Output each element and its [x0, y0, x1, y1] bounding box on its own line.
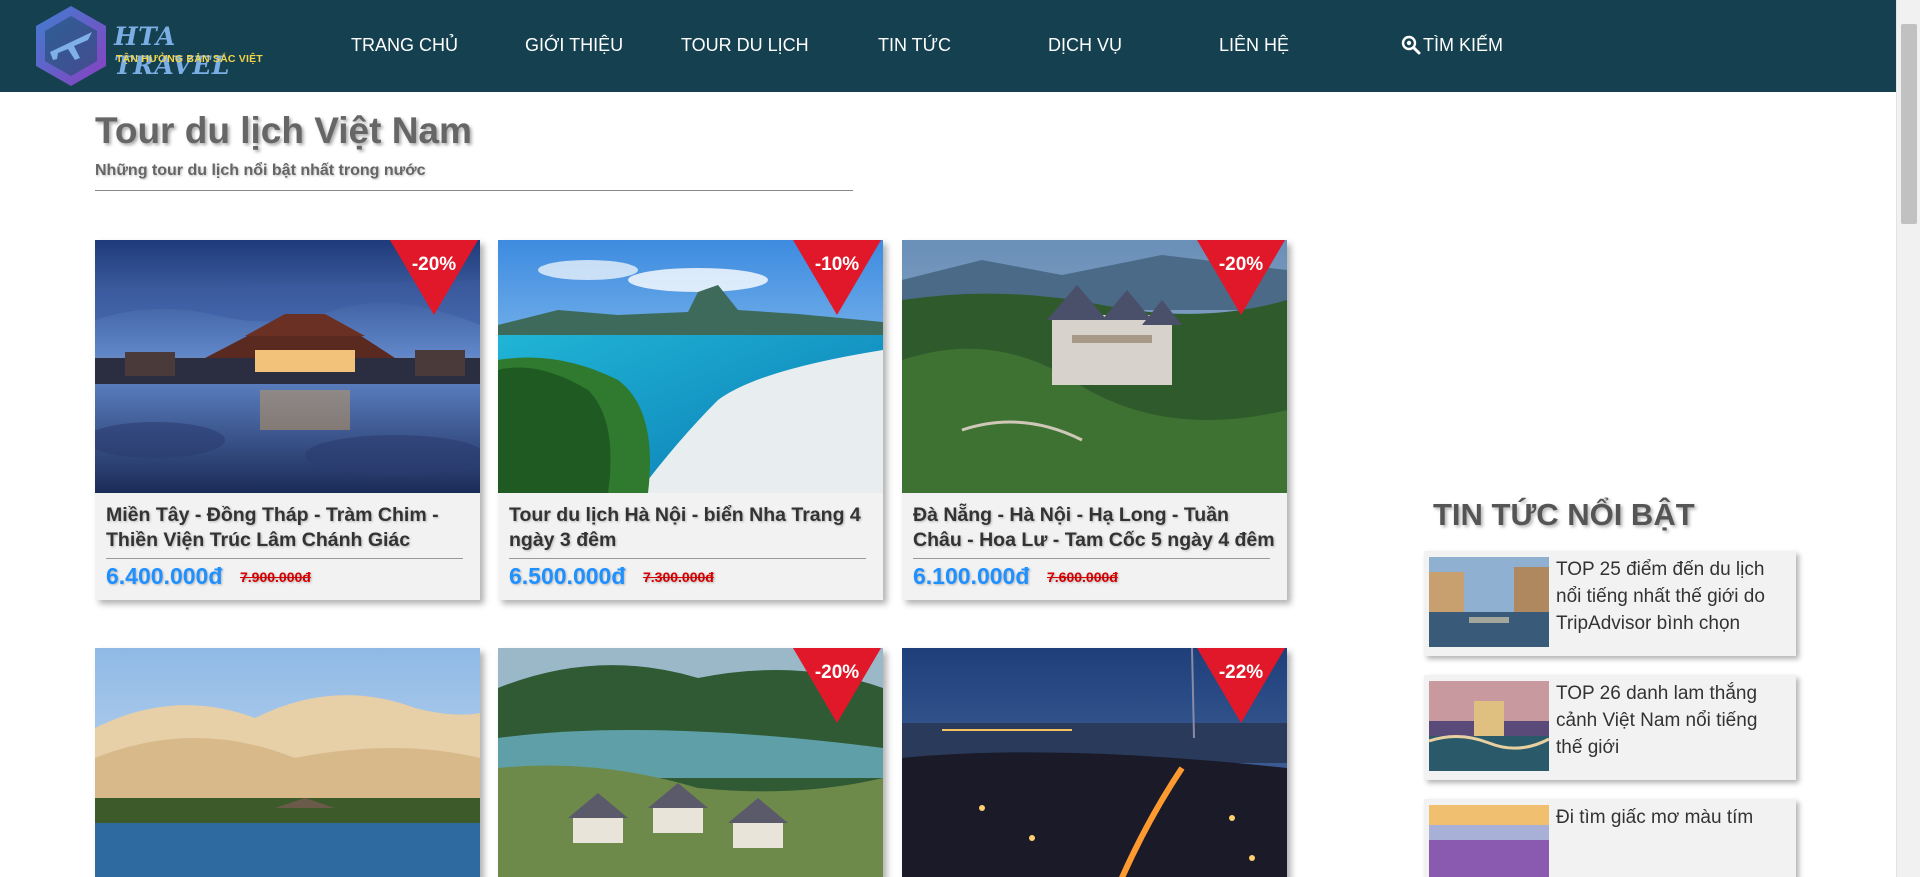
nav-search[interactable]: TÌM KIẾM — [1401, 33, 1503, 57]
news-thumbnail[interactable] — [1429, 557, 1549, 647]
discount-badge: -20% — [390, 240, 478, 315]
nav-tin-tuc[interactable]: TIN TỨC — [878, 33, 951, 57]
tour-card[interactable]: -20% — [498, 648, 883, 877]
news-item[interactable]: Đi tìm giấc mơ màu tím — [1424, 799, 1796, 877]
search-icon — [1401, 35, 1421, 55]
logo-brand: HTA TRAVEL — [114, 22, 230, 80]
card-divider — [106, 558, 463, 559]
news-title[interactable]: TOP 25 điểm đến du lịch nổi tiếng nhất t… — [1556, 556, 1788, 637]
news-item[interactable]: TOP 25 điểm đến du lịch nổi tiếng nhất t… — [1424, 551, 1796, 656]
nav-dich-vu[interactable]: DỊCH VỤ — [1048, 33, 1122, 57]
tour-image[interactable] — [95, 648, 480, 877]
top-navbar: HTA TRAVEL TẬN HƯỞNG BẢN SẮC VIỆT TRANG … — [0, 0, 1920, 92]
logo-hexagon-plane-icon — [36, 6, 106, 86]
nav-gioi-thieu[interactable]: GIỚI THIỆU — [525, 33, 623, 57]
tour-card[interactable]: -10% Tour du lịch Hà Nội - biển Nha Tran… — [498, 240, 883, 600]
tour-card[interactable]: -22% — [902, 648, 1287, 877]
discount-badge: -22% — [1197, 648, 1285, 723]
tour-title[interactable]: Miền Tây - Đồng Tháp - Tràm Chim - Thiền… — [106, 503, 476, 553]
tour-old-price: 7.600.000đ — [1047, 569, 1118, 585]
scrollbar-thumb[interactable] — [1901, 24, 1917, 224]
tour-title[interactable]: Đà Nẵng - Hà Nội - Hạ Long - Tuần Châu -… — [913, 503, 1283, 553]
nav-lien-he[interactable]: LIÊN HỆ — [1219, 33, 1289, 57]
discount-text: -20% — [1218, 254, 1264, 275]
logo-tagline: TẬN HƯỞNG BẢN SẮC VIỆT — [116, 53, 263, 65]
tour-price: 6.100.000đ — [913, 563, 1030, 589]
page-subtitle: Những tour du lịch nổi bật nhất trong nư… — [95, 162, 426, 179]
tour-card[interactable]: -20% Miền Tây - Đồng Tháp - Tràm Chim - … — [95, 240, 480, 600]
discount-text: -20% — [814, 662, 860, 683]
page: HTA TRAVEL TẬN HƯỞNG BẢN SẮC VIỆT TRANG … — [0, 0, 1920, 877]
news-title[interactable]: TOP 26 danh lam thắng cảnh Việt Nam nổi … — [1556, 680, 1788, 761]
nav-tour-du-lich[interactable]: TOUR DU LỊCH — [681, 33, 809, 57]
tour-title[interactable]: Tour du lịch Hà Nội - biển Nha Trang 4 n… — [509, 503, 879, 553]
tour-price: 6.400.000đ — [106, 563, 223, 589]
discount-badge: -20% — [793, 648, 881, 723]
discount-text: -10% — [814, 254, 860, 275]
news-thumbnail[interactable] — [1429, 805, 1549, 877]
news-item[interactable]: TOP 26 danh lam thắng cảnh Việt Nam nổi … — [1424, 675, 1796, 780]
tour-card[interactable] — [95, 648, 480, 877]
page-title: Tour du lịch Việt Nam — [95, 110, 472, 151]
discount-text: -22% — [1218, 662, 1264, 683]
news-title[interactable]: Đi tìm giấc mơ màu tím — [1556, 804, 1788, 831]
page-scrollbar[interactable] — [1896, 0, 1920, 877]
news-thumbnail[interactable] — [1429, 681, 1549, 771]
discount-badge: -20% — [1197, 240, 1285, 315]
nav-trang-chu[interactable]: TRANG CHỦ — [351, 33, 458, 57]
tour-price: 6.500.000đ — [509, 563, 626, 589]
tour-card[interactable]: -20% Đà Nẵng - Hà Nội - Hạ Long - Tuần C… — [902, 240, 1287, 600]
news-section-title: TIN TỨC NỔI BẬT — [1433, 497, 1695, 532]
tour-old-price: 7.900.000đ — [240, 569, 311, 585]
nav-search-label: TÌM KIẾM — [1423, 35, 1503, 55]
discount-text: -20% — [411, 254, 457, 275]
card-divider — [913, 558, 1270, 559]
discount-badge: -10% — [793, 240, 881, 315]
logo[interactable]: HTA TRAVEL TẬN HƯỞNG BẢN SẮC VIỆT — [30, 2, 280, 90]
card-divider — [509, 558, 866, 559]
title-divider — [95, 190, 853, 191]
tour-old-price: 7.300.000đ — [643, 569, 714, 585]
